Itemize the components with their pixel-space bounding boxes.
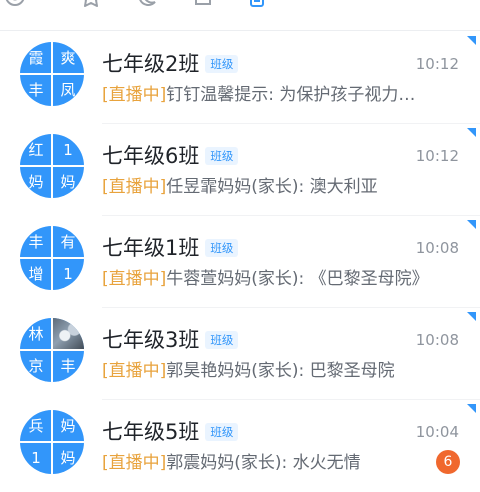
chat-title: 七年级3班 班级 <box>102 327 239 353</box>
avatar-char: 霞 <box>28 49 44 67</box>
chat-row-grade7-class5[interactable]: 兵 妈 1 妈 七年级5班 班级 10:04 [直播中]郭震妈妈(家长): 水火无… <box>0 400 480 492</box>
last-message: 牛蓉萱妈妈(家长): 《巴黎圣母院》 <box>166 269 429 289</box>
chat-title: 七年级5班 班级 <box>102 419 239 445</box>
chat-title: 七年级1班 班级 <box>102 235 239 261</box>
chat-name: 七年级1班 <box>102 236 200 260</box>
more-icon[interactable] <box>426 0 452 10</box>
chat-title: 七年级2班 班级 <box>102 51 239 77</box>
star-icon[interactable] <box>78 0 104 10</box>
last-message: 郭昊艳妈妈(家长): 巴黎圣母院 <box>166 361 395 381</box>
chat-time: 10:12 <box>415 147 459 165</box>
chat-time: 10:04 <box>415 423 459 441</box>
chat-time: 10:08 <box>415 331 459 349</box>
last-message: 任昱霏妈妈(家长): 澳大利亚 <box>166 177 378 197</box>
pinned-corner-icon <box>467 128 476 137</box>
last-message: 郭震妈妈(家长): 水火无情 <box>166 453 361 473</box>
avatar-char: 1 <box>31 449 41 467</box>
avatar-char: 丰 <box>60 357 76 375</box>
chat-title: 七年级6班 班级 <box>102 143 239 169</box>
avatar-char: 凤 <box>60 81 76 99</box>
chat-preview: [直播中]任昱霏妈妈(家长): 澳大利亚 <box>102 175 447 199</box>
chat-row-grade7-class2[interactable]: 霞 爽 丰 凤 七年级2班 班级 10:12 [直播中]钉钉温馨提示: 为保护孩子… <box>0 32 480 124</box>
group-avatar: 兵 妈 1 妈 <box>20 410 84 474</box>
avatar-char: 妈 <box>28 173 44 191</box>
chat-row-grade7-class6[interactable]: 红 1 妈 妈 七年级6班 班级 10:12 [直播中]任昱霏妈妈(家长): 澳大… <box>0 124 480 216</box>
chat-preview: [直播中]郭昊艳妈妈(家长): 巴黎圣母院 <box>102 359 447 383</box>
avatar-char: 有 <box>60 233 76 251</box>
chat-time: 10:08 <box>415 239 459 257</box>
live-status: [直播中] <box>102 269 167 289</box>
group-avatar: 霞 爽 丰 凤 <box>20 42 84 106</box>
moon-icon[interactable] <box>133 0 159 10</box>
live-status: [直播中] <box>102 177 167 197</box>
chat-preview: [直播中]郭震妈妈(家长): 水火无情 <box>102 451 447 475</box>
class-tag: 班级 <box>205 330 239 349</box>
chat-name: 七年级6班 <box>102 144 200 168</box>
pinned-corner-icon <box>467 220 476 229</box>
at-icon[interactable] <box>2 0 28 10</box>
group-avatar: 丰 有 增 1 <box>20 226 84 290</box>
top-toolbar <box>0 0 480 31</box>
last-message: 钉钉温馨提示: 为保护孩子视力… <box>166 85 416 105</box>
avatar-char: 妈 <box>60 449 76 467</box>
document-icon[interactable] <box>190 0 216 10</box>
chat-name: 七年级2班 <box>102 52 200 76</box>
chat-name: 七年级3班 <box>102 328 200 352</box>
avatar-char: 丰 <box>28 233 44 251</box>
chat-preview: [直播中]牛蓉萱妈妈(家长): 《巴黎圣母院》 <box>102 267 447 291</box>
avatar-char: 丰 <box>28 81 44 99</box>
live-status: [直播中] <box>102 85 167 105</box>
avatar-char: 林 <box>28 325 44 343</box>
phone-icon[interactable] <box>244 0 270 10</box>
pinned-corner-icon <box>467 312 476 321</box>
class-tag: 班级 <box>205 422 239 441</box>
avatar-char: 增 <box>28 265 44 283</box>
class-tag: 班级 <box>205 238 239 257</box>
avatar-photo <box>52 318 84 350</box>
chat-preview: [直播中]钉钉温馨提示: 为保护孩子视力… <box>102 83 447 107</box>
chat-name: 七年级5班 <box>102 420 200 444</box>
avatar-char: 爽 <box>60 49 76 67</box>
pinned-corner-icon <box>467 404 476 413</box>
chat-time: 10:12 <box>415 55 459 73</box>
pinned-corner-icon <box>467 36 476 45</box>
avatar-char: 京 <box>28 357 44 375</box>
live-status: [直播中] <box>102 453 167 473</box>
avatar-char: 1 <box>63 141 73 159</box>
chat-row-grade7-class3[interactable]: 林 京 丰 七年级3班 班级 10:08 [直播中]郭昊艳妈妈(家长): 巴黎圣母… <box>0 308 480 400</box>
avatar-char: 红 <box>28 141 44 159</box>
live-status: [直播中] <box>102 361 167 381</box>
avatar-char: 妈 <box>60 417 76 435</box>
unread-badge: 6 <box>436 450 460 474</box>
class-tag: 班级 <box>205 146 239 165</box>
group-avatar: 红 1 妈 妈 <box>20 134 84 198</box>
avatar-char: 妈 <box>60 173 76 191</box>
avatar-char: 兵 <box>28 417 44 435</box>
avatar-char: 1 <box>63 265 73 283</box>
chat-row-grade7-class1[interactable]: 丰 有 增 1 七年级1班 班级 10:08 [直播中]牛蓉萱妈妈(家长): 《巴… <box>0 216 480 308</box>
group-avatar: 林 京 丰 <box>20 318 84 382</box>
class-tag: 班级 <box>205 54 239 73</box>
